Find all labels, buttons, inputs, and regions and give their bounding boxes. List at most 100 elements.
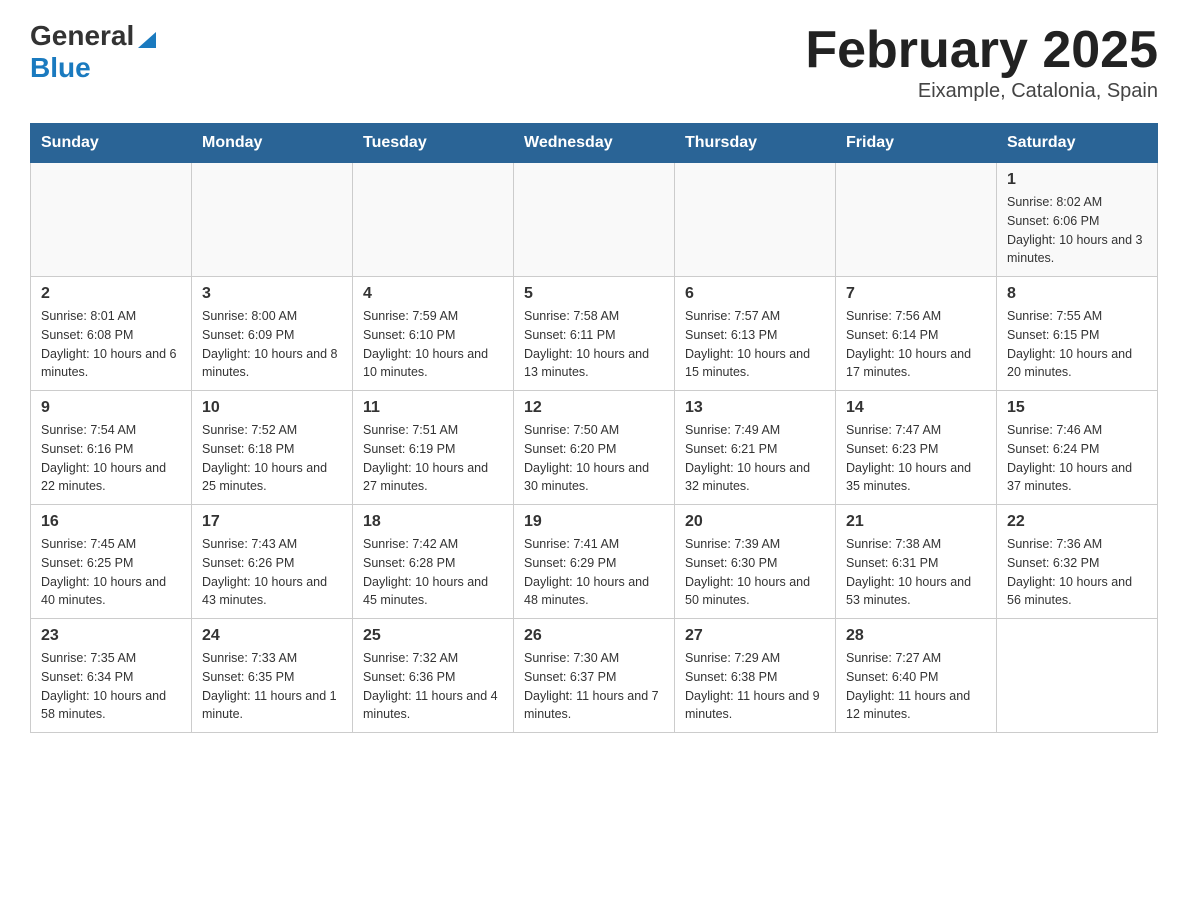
logo-triangle-icon [136, 28, 158, 50]
day-number: 4 [363, 285, 503, 303]
calendar-cell: 19 Sunrise: 7:41 AM Sunset: 6:29 PM Dayli… [514, 505, 675, 619]
day-info: Sunrise: 7:30 AM Sunset: 6:37 PM Dayligh… [524, 649, 664, 724]
page-subtitle: Eixample, Catalonia, Spain [805, 80, 1158, 103]
day-number: 2 [41, 285, 181, 303]
calendar-cell: 14 Sunrise: 7:47 AM Sunset: 6:23 PM Dayli… [836, 391, 997, 505]
day-number: 16 [41, 513, 181, 531]
day-info: Sunrise: 7:54 AM Sunset: 6:16 PM Dayligh… [41, 421, 181, 496]
header-tuesday: Tuesday [353, 124, 514, 163]
day-number: 19 [524, 513, 664, 531]
day-number: 11 [363, 399, 503, 417]
day-number: 23 [41, 627, 181, 645]
calendar-cell: 7 Sunrise: 7:56 AM Sunset: 6:14 PM Daylig… [836, 277, 997, 391]
calendar-table: SundayMondayTuesdayWednesdayThursdayFrid… [30, 123, 1158, 733]
day-info: Sunrise: 7:42 AM Sunset: 6:28 PM Dayligh… [363, 535, 503, 610]
day-info: Sunrise: 7:33 AM Sunset: 6:35 PM Dayligh… [202, 649, 342, 724]
calendar-cell: 3 Sunrise: 8:00 AM Sunset: 6:09 PM Daylig… [192, 277, 353, 391]
day-info: Sunrise: 7:35 AM Sunset: 6:34 PM Dayligh… [41, 649, 181, 724]
day-info: Sunrise: 7:55 AM Sunset: 6:15 PM Dayligh… [1007, 307, 1147, 382]
day-number: 5 [524, 285, 664, 303]
calendar-cell [514, 163, 675, 277]
calendar-cell: 25 Sunrise: 7:32 AM Sunset: 6:36 PM Dayli… [353, 619, 514, 733]
calendar-cell: 23 Sunrise: 7:35 AM Sunset: 6:34 PM Dayli… [31, 619, 192, 733]
page-header: General Blue February 2025 Eixample, Cat… [30, 20, 1158, 103]
calendar-week-1: 2 Sunrise: 8:01 AM Sunset: 6:08 PM Daylig… [31, 277, 1158, 391]
calendar-cell: 20 Sunrise: 7:39 AM Sunset: 6:30 PM Dayli… [675, 505, 836, 619]
calendar-cell: 6Sunrise: 7:57 AM Sunset: 6:13 PM Daylig… [675, 277, 836, 391]
calendar-cell: 10Sunrise: 7:52 AM Sunset: 6:18 PM Dayli… [192, 391, 353, 505]
day-info: Sunrise: 7:46 AM Sunset: 6:24 PM Dayligh… [1007, 421, 1147, 496]
calendar-cell: 28Sunrise: 7:27 AM Sunset: 6:40 PM Dayli… [836, 619, 997, 733]
calendar-cell: 2 Sunrise: 8:01 AM Sunset: 6:08 PM Daylig… [31, 277, 192, 391]
calendar-cell [675, 163, 836, 277]
logo-general-text: General [30, 20, 134, 52]
day-info: Sunrise: 7:58 AM Sunset: 6:11 PM Dayligh… [524, 307, 664, 382]
calendar-cell: 12 Sunrise: 7:50 AM Sunset: 6:20 PM Dayli… [514, 391, 675, 505]
day-info: Sunrise: 7:49 AM Sunset: 6:21 PM Dayligh… [685, 421, 825, 496]
day-number: 26 [524, 627, 664, 645]
day-info: Sunrise: 7:43 AM Sunset: 6:26 PM Dayligh… [202, 535, 342, 610]
calendar-cell [353, 163, 514, 277]
day-info: Sunrise: 7:32 AM Sunset: 6:36 PM Dayligh… [363, 649, 503, 724]
calendar-cell: 5 Sunrise: 7:58 AM Sunset: 6:11 PM Daylig… [514, 277, 675, 391]
logo: General Blue [30, 20, 158, 84]
calendar-cell: 11 Sunrise: 7:51 AM Sunset: 6:19 PM Dayli… [353, 391, 514, 505]
day-number: 3 [202, 285, 342, 303]
day-info: Sunrise: 7:29 AM Sunset: 6:38 PM Dayligh… [685, 649, 825, 724]
header-saturday: Saturday [997, 124, 1158, 163]
day-info: Sunrise: 8:02 AM Sunset: 6:06 PM Dayligh… [1007, 193, 1147, 268]
calendar-cell: 9 Sunrise: 7:54 AM Sunset: 6:16 PM Daylig… [31, 391, 192, 505]
calendar-cell: 4Sunrise: 7:59 AM Sunset: 6:10 PM Daylig… [353, 277, 514, 391]
day-number: 28 [846, 627, 986, 645]
header-monday: Monday [192, 124, 353, 163]
day-number: 13 [685, 399, 825, 417]
day-info: Sunrise: 8:01 AM Sunset: 6:08 PM Dayligh… [41, 307, 181, 382]
day-number: 14 [846, 399, 986, 417]
calendar-cell: 1 Sunrise: 8:02 AM Sunset: 6:06 PM Daylig… [997, 163, 1158, 277]
calendar-cell: 26 Sunrise: 7:30 AM Sunset: 6:37 PM Dayli… [514, 619, 675, 733]
calendar-cell [31, 163, 192, 277]
calendar-cell: 17 Sunrise: 7:43 AM Sunset: 6:26 PM Dayli… [192, 505, 353, 619]
calendar-week-2: 9 Sunrise: 7:54 AM Sunset: 6:16 PM Daylig… [31, 391, 1158, 505]
day-info: Sunrise: 7:39 AM Sunset: 6:30 PM Dayligh… [685, 535, 825, 610]
day-number: 12 [524, 399, 664, 417]
page-title: February 2025 [805, 20, 1158, 80]
logo-blue-text: Blue [30, 52, 158, 84]
day-info: Sunrise: 7:52 AM Sunset: 6:18 PM Dayligh… [202, 421, 342, 496]
header-wednesday: Wednesday [514, 124, 675, 163]
day-info: Sunrise: 7:41 AM Sunset: 6:29 PM Dayligh… [524, 535, 664, 610]
day-info: Sunrise: 7:45 AM Sunset: 6:25 PM Dayligh… [41, 535, 181, 610]
day-number: 1 [1007, 171, 1147, 189]
calendar-cell: 27 Sunrise: 7:29 AM Sunset: 6:38 PM Dayli… [675, 619, 836, 733]
header-thursday: Thursday [675, 124, 836, 163]
calendar-cell [836, 163, 997, 277]
day-number: 27 [685, 627, 825, 645]
day-info: Sunrise: 7:51 AM Sunset: 6:19 PM Dayligh… [363, 421, 503, 496]
calendar-week-0: 1 Sunrise: 8:02 AM Sunset: 6:06 PM Daylig… [31, 163, 1158, 277]
day-info: Sunrise: 7:47 AM Sunset: 6:23 PM Dayligh… [846, 421, 986, 496]
header-friday: Friday [836, 124, 997, 163]
day-number: 17 [202, 513, 342, 531]
day-number: 20 [685, 513, 825, 531]
day-info: Sunrise: 7:38 AM Sunset: 6:31 PM Dayligh… [846, 535, 986, 610]
day-info: Sunrise: 7:57 AM Sunset: 6:13 PM Dayligh… [685, 307, 825, 382]
calendar-week-4: 23 Sunrise: 7:35 AM Sunset: 6:34 PM Dayli… [31, 619, 1158, 733]
calendar-week-3: 16 Sunrise: 7:45 AM Sunset: 6:25 PM Dayli… [31, 505, 1158, 619]
day-info: Sunrise: 8:00 AM Sunset: 6:09 PM Dayligh… [202, 307, 342, 382]
day-number: 21 [846, 513, 986, 531]
day-info: Sunrise: 7:50 AM Sunset: 6:20 PM Dayligh… [524, 421, 664, 496]
calendar-cell: 22Sunrise: 7:36 AM Sunset: 6:32 PM Dayli… [997, 505, 1158, 619]
calendar-header-row: SundayMondayTuesdayWednesdayThursdayFrid… [31, 124, 1158, 163]
calendar-cell: 8Sunrise: 7:55 AM Sunset: 6:15 PM Daylig… [997, 277, 1158, 391]
day-number: 15 [1007, 399, 1147, 417]
day-info: Sunrise: 7:36 AM Sunset: 6:32 PM Dayligh… [1007, 535, 1147, 610]
day-number: 9 [41, 399, 181, 417]
day-number: 25 [363, 627, 503, 645]
calendar-cell: 16 Sunrise: 7:45 AM Sunset: 6:25 PM Dayli… [31, 505, 192, 619]
header-sunday: Sunday [31, 124, 192, 163]
day-info: Sunrise: 7:56 AM Sunset: 6:14 PM Dayligh… [846, 307, 986, 382]
title-block: February 2025 Eixample, Catalonia, Spain [805, 20, 1158, 103]
calendar-cell: 24Sunrise: 7:33 AM Sunset: 6:35 PM Dayli… [192, 619, 353, 733]
calendar-cell: 13 Sunrise: 7:49 AM Sunset: 6:21 PM Dayli… [675, 391, 836, 505]
day-number: 7 [846, 285, 986, 303]
